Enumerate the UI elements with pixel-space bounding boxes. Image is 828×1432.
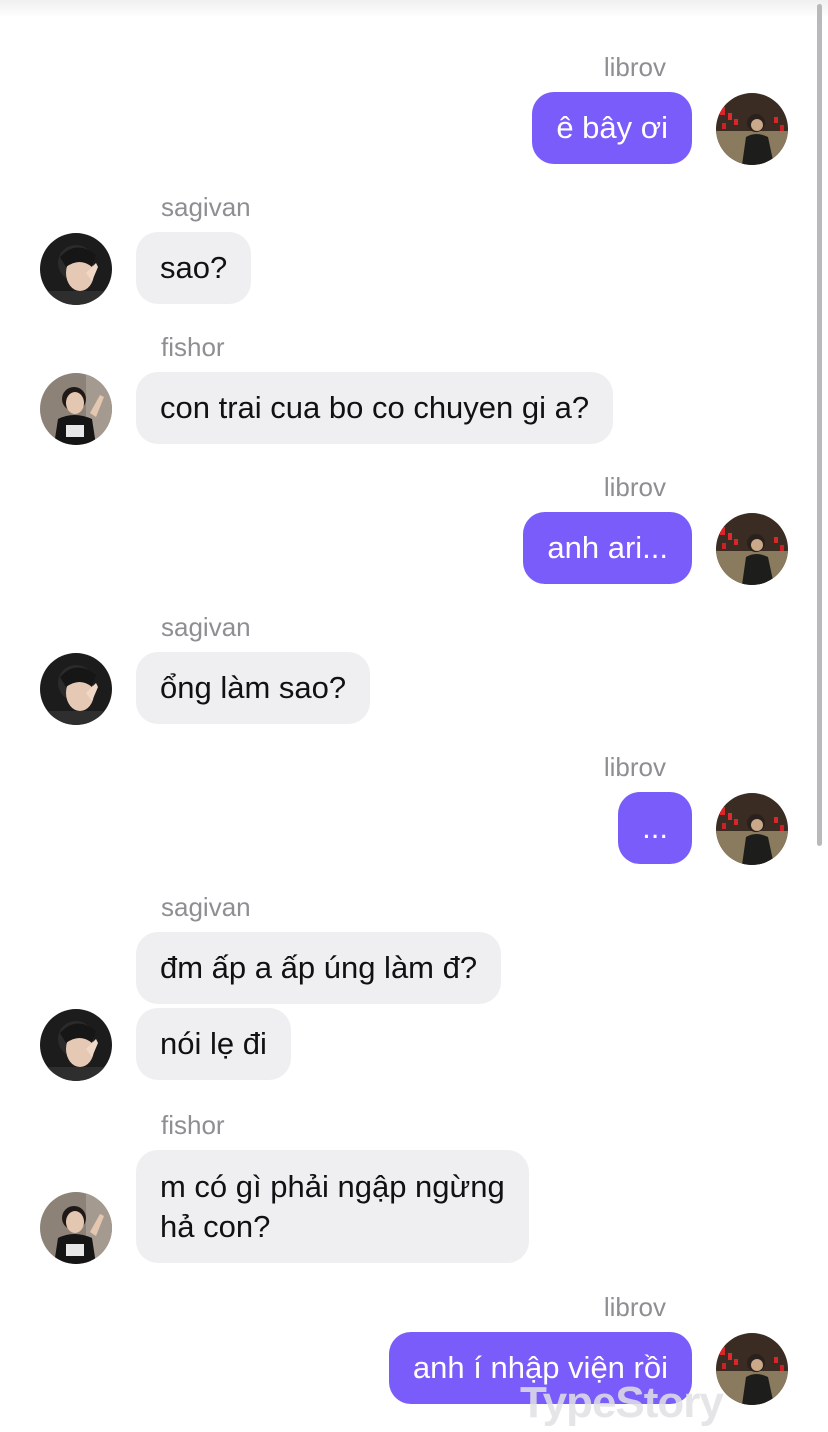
outgoing-message-bubble[interactable]: ... <box>618 792 692 864</box>
outgoing-message-bubble[interactable]: anh ari... <box>523 512 692 584</box>
incoming-message-bubble[interactable]: sao? <box>136 232 252 304</box>
sender-name: fishor <box>161 332 225 362</box>
fishor-avatar[interactable] <box>40 373 112 445</box>
scrollbar[interactable] <box>817 4 822 846</box>
incoming-message-bubble[interactable]: m có gì phải ngập ngừng hả con? <box>136 1150 529 1263</box>
sagivan-avatar[interactable] <box>40 1009 112 1081</box>
sender-name: fishor <box>161 1110 225 1140</box>
librov-avatar[interactable] <box>716 793 788 865</box>
librov-avatar[interactable] <box>716 93 788 165</box>
sagivan-avatar[interactable] <box>40 233 112 305</box>
top-shadow <box>0 0 828 18</box>
sender-name: librov <box>603 752 666 782</box>
sender-name: librov <box>603 52 666 82</box>
incoming-message-bubble[interactable]: con trai cua bo co chuyen gi a? <box>136 372 614 444</box>
incoming-message-bubble[interactable]: đm ấp a ấp úng làm đ? <box>136 932 502 1004</box>
incoming-message-bubble[interactable]: ổng làm sao? <box>136 652 371 724</box>
incoming-message-bubble[interactable]: nói lẹ đi <box>136 1008 291 1080</box>
sender-name: librov <box>603 472 666 502</box>
sender-name: sagivan <box>161 892 251 922</box>
sender-name: sagivan <box>161 192 251 222</box>
watermark: TypeStory <box>520 1378 724 1427</box>
sender-name: sagivan <box>161 612 251 642</box>
librov-avatar[interactable] <box>716 513 788 585</box>
fishor-avatar[interactable] <box>40 1192 112 1264</box>
sender-name: librov <box>603 1292 666 1322</box>
librov-avatar[interactable] <box>716 1333 788 1405</box>
outgoing-message-bubble[interactable]: ê bây ơi <box>532 92 692 164</box>
sagivan-avatar[interactable] <box>40 653 112 725</box>
chat-screen: librov ê bây ơi sagivan sao? fishor con … <box>0 0 828 1432</box>
